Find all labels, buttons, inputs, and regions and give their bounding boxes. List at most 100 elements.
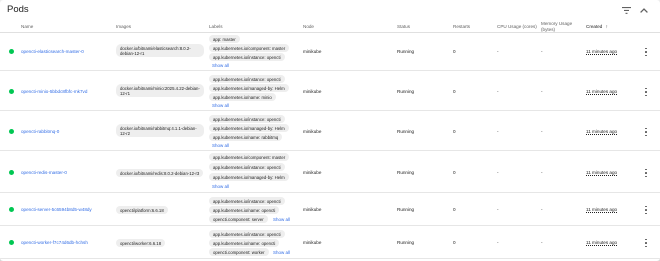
- created-value: 11 minutes ago: [586, 129, 618, 134]
- card-title: Pods: [7, 4, 29, 15]
- table-row: opencti-minio-5bbdc8fbfc-mk7vd docker.io…: [0, 71, 660, 111]
- table-row: opencti-server-5c6594b8d5-w48dy opencti/…: [0, 193, 660, 226]
- label-chip: app.kubernetes.io/name: rabbitmq: [209, 133, 283, 141]
- label-chip: app.kubernetes.io/managed-by: Helm: [209, 173, 289, 181]
- status-value: Running: [397, 207, 415, 212]
- label-chip: app.kubernetes.io/managed-by: Helm: [209, 124, 289, 132]
- image-chip: docker.io/bitnami/rabbitmq:4.1.1-debian-…: [116, 124, 204, 137]
- label-chip: app.kubernetes.io/component: master: [209, 44, 290, 52]
- node-value: minikube: [303, 207, 322, 212]
- cpu-value: -: [497, 89, 499, 94]
- restarts-value: 0: [453, 89, 456, 94]
- show-all-link[interactable]: Show all: [212, 184, 229, 189]
- more-vert-icon[interactable]: [643, 127, 649, 137]
- label-chip: app.kubernetes.io/instance: opencti: [209, 163, 285, 171]
- label-chip: app.kubernetes.io/instance: opencti: [209, 53, 285, 61]
- restarts-value: 0: [453, 49, 456, 54]
- label-chip: app.kubernetes.io/component: master: [209, 153, 290, 161]
- column-header-images: Images: [116, 24, 132, 29]
- more-vert-icon[interactable]: [643, 205, 649, 215]
- label-chip: app.kubernetes.io/instance: opencti: [209, 197, 285, 205]
- cpu-value: -: [497, 240, 499, 245]
- image-chip: docker.io/bitnami/minio:2025.4.22-debian…: [116, 84, 204, 97]
- label-chip: app.kubernetes.io/instance: opencti: [209, 115, 285, 123]
- status-value: Running: [397, 170, 415, 175]
- column-header-memory: Memory Usage (bytes): [541, 21, 573, 32]
- cpu-value: -: [497, 129, 499, 134]
- status-running-icon: [9, 49, 14, 54]
- memory-value: -: [541, 89, 543, 94]
- restarts-value: 0: [453, 240, 456, 245]
- pod-name-link[interactable]: opencti-rabbitmq-0: [21, 129, 59, 135]
- column-header-restarts: Restarts: [453, 24, 471, 29]
- more-vert-icon[interactable]: [643, 87, 649, 97]
- pods-card: Pods Name Images Labels Node Status Rest…: [0, 0, 660, 261]
- status-running-icon: [9, 240, 14, 245]
- restarts-value: 0: [453, 170, 456, 175]
- status-running-icon: [9, 170, 14, 175]
- show-all-link[interactable]: Show all: [273, 217, 290, 222]
- image-chip: opencti/platform:6.6.18: [116, 206, 168, 214]
- image-chip: docker.io/bitnami/elasticsearch:8.0.2-de…: [116, 44, 204, 57]
- column-header-created[interactable]: Created ↑: [586, 24, 608, 30]
- table-row: opencti-elasticsearch-master-0 docker.io…: [0, 33, 660, 71]
- cpu-value: -: [497, 207, 499, 212]
- column-header-cpu: CPU Usage (cores): [497, 24, 537, 29]
- table-row: opencti-rabbitmq-0 docker.io/bitnami/rab…: [0, 111, 660, 151]
- memory-value: -: [541, 170, 543, 175]
- pod-name-link[interactable]: opencti-worker-f7c74d6db-hchsh: [21, 240, 88, 246]
- label-chip: app.kubernetes.io/name: opencti: [209, 239, 280, 247]
- status-value: Running: [397, 129, 415, 134]
- node-value: minikube: [303, 129, 322, 134]
- status-running-icon: [9, 207, 14, 212]
- created-value: 11 minutes ago: [586, 49, 618, 54]
- pod-name-link[interactable]: opencti-minio-5bbdc8fbfc-mk7vd: [21, 89, 87, 95]
- memory-value: -: [541, 129, 543, 134]
- show-all-link[interactable]: Show all: [212, 103, 229, 108]
- column-header-node[interactable]: Node: [303, 24, 314, 30]
- show-all-link[interactable]: Show all: [212, 143, 229, 148]
- status-running-icon: [9, 89, 14, 94]
- show-all-link[interactable]: Show all: [273, 250, 290, 255]
- sort-ascending-icon: ↑: [605, 24, 608, 29]
- label-chip: app: master: [209, 35, 240, 43]
- column-header-labels: Labels: [209, 24, 223, 29]
- label-chip: app.kubernetes.io/instance: opencti: [209, 230, 285, 238]
- label-chip: app.kubernetes.io/instance: opencti: [209, 75, 285, 83]
- memory-value: -: [541, 207, 543, 212]
- table-row: opencti-redis-master-0 docker.io/bitnami…: [0, 151, 660, 193]
- label-chip: app.kubernetes.io/managed-by: Helm: [209, 84, 289, 92]
- status-value: Running: [397, 240, 415, 245]
- show-all-link[interactable]: Show all: [212, 63, 229, 68]
- node-value: minikube: [303, 89, 322, 94]
- memory-value: -: [541, 49, 543, 54]
- cpu-value: -: [497, 170, 499, 175]
- more-vert-icon[interactable]: [643, 168, 649, 178]
- restarts-value: 0: [453, 129, 456, 134]
- status-running-icon: [9, 129, 14, 134]
- pod-name-link[interactable]: opencti-elasticsearch-master-0: [21, 49, 84, 55]
- cpu-value: -: [497, 49, 499, 54]
- status-value: Running: [397, 89, 415, 94]
- node-value: minikube: [303, 49, 322, 54]
- label-chip: opencti.component: server: [209, 215, 268, 223]
- column-header-created-label: Created: [586, 24, 603, 29]
- filter-icon[interactable]: [620, 4, 632, 16]
- column-header-name[interactable]: Name: [21, 24, 33, 30]
- node-value: minikube: [303, 240, 322, 245]
- created-value: 11 minutes ago: [586, 240, 618, 245]
- table-row: opencti-worker-f7c74d6db-hchsh opencti/w…: [0, 226, 660, 259]
- created-value: 11 minutes ago: [586, 207, 618, 212]
- more-vert-icon[interactable]: [643, 47, 649, 57]
- memory-value: -: [541, 240, 543, 245]
- label-chip: app.kubernetes.io/name: opencti: [209, 206, 280, 214]
- table-header: Name Images Labels Node Status Restarts …: [0, 20, 660, 33]
- image-chip: docker.io/bitnami/redis:8.0.2-debian-12-…: [116, 169, 204, 177]
- pod-name-link[interactable]: opencti-redis-master-0: [21, 170, 67, 176]
- created-value: 11 minutes ago: [586, 170, 618, 175]
- more-vert-icon[interactable]: [643, 238, 649, 248]
- image-chip: opencti/worker:6.6.18: [116, 239, 166, 247]
- chevron-up-icon[interactable]: [638, 4, 650, 16]
- column-header-status[interactable]: Status: [397, 24, 410, 30]
- pod-name-link[interactable]: opencti-server-5c6594b8d5-w48dy: [21, 207, 92, 213]
